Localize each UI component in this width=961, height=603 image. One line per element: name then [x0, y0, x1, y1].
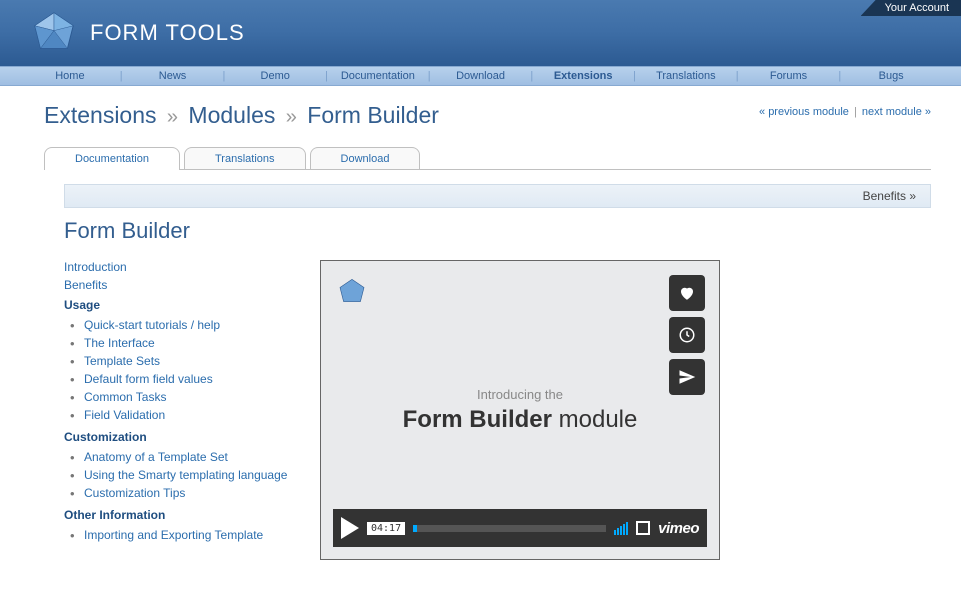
breadcrumb-modules[interactable]: Modules	[188, 102, 275, 128]
video-main-text: Form Builder module	[403, 406, 638, 434]
account-link[interactable]: Your Account	[861, 0, 961, 16]
prev-module-link[interactable]: « previous module	[759, 106, 849, 118]
sidebar-customization-item[interactable]: Anatomy of a Template Set	[84, 448, 304, 466]
provider-logo[interactable]: vimeo	[658, 520, 699, 537]
like-icon[interactable]	[669, 275, 705, 311]
video-action-buttons	[669, 275, 705, 395]
sidebar-heading-usage: Usage	[64, 298, 304, 312]
tab-download[interactable]: Download	[310, 147, 421, 170]
module-pager: « previous module | next module »	[759, 106, 931, 118]
sidebar-usage-item[interactable]: Quick-start tutorials / help	[84, 316, 304, 334]
side-navigation: Introduction Benefits Usage Quick-start …	[64, 260, 304, 550]
sidebar-heading-other: Other Information	[64, 508, 304, 522]
sidebar-usage-item[interactable]: Field Validation	[84, 406, 304, 424]
watch-later-icon[interactable]	[669, 317, 705, 353]
main-navigation: Home|News|Demo|Documentation|Download|Ex…	[0, 66, 961, 86]
tab-content: Benefits » Form Builder Introduction Ben…	[44, 170, 931, 560]
nav-translations[interactable]: Translations	[636, 70, 736, 82]
nav-download[interactable]: Download	[431, 70, 531, 82]
video-player[interactable]: Introducing the Form Builder module 04:1…	[320, 260, 720, 560]
fullscreen-icon[interactable]	[636, 521, 650, 535]
video-intro-text: Introducing the	[403, 387, 638, 402]
share-icon[interactable]	[669, 359, 705, 395]
nav-forums[interactable]: Forums	[739, 70, 839, 82]
logo-icon	[30, 9, 78, 57]
tab-translations[interactable]: Translations	[184, 147, 306, 170]
video-controls: 04:17 vimeo	[333, 509, 707, 547]
logo-area[interactable]: FORM TOOLS	[30, 9, 245, 57]
next-module-link[interactable]: next module »	[862, 106, 931, 118]
sidebar-other-item[interactable]: Importing and Exporting Template	[84, 526, 304, 544]
brand-text: FORM TOOLS	[90, 20, 245, 46]
play-button[interactable]	[341, 517, 359, 539]
nav-documentation[interactable]: Documentation	[328, 70, 428, 82]
video-duration: 04:17	[367, 522, 405, 535]
nav-news[interactable]: News	[123, 70, 223, 82]
next-page-link[interactable]: Benefits »	[64, 184, 931, 208]
page-title: Form Builder	[64, 218, 931, 244]
sidebar-usage-item[interactable]: The Interface	[84, 334, 304, 352]
sidebar-benefits[interactable]: Benefits	[64, 278, 304, 292]
sidebar-customization-item[interactable]: Using the Smarty templating language	[84, 466, 304, 484]
tab-strip: Documentation Translations Download	[44, 147, 931, 170]
video-title-overlay: Introducing the Form Builder module	[403, 387, 638, 434]
sidebar-introduction[interactable]: Introduction	[64, 260, 304, 274]
sidebar-customization-item[interactable]: Customization Tips	[84, 484, 304, 502]
nav-demo[interactable]: Demo	[225, 70, 325, 82]
sidebar-usage-item[interactable]: Template Sets	[84, 352, 304, 370]
video-thumb-logo-icon	[337, 277, 367, 307]
nav-bugs[interactable]: Bugs	[841, 70, 941, 82]
sidebar-heading-customization: Customization	[64, 430, 304, 444]
breadcrumb-extensions[interactable]: Extensions	[44, 102, 157, 128]
pager-separator: |	[854, 106, 857, 118]
volume-control[interactable]	[614, 522, 628, 535]
nav-home[interactable]: Home	[20, 70, 120, 82]
breadcrumb-arrow-icon: »	[286, 106, 297, 128]
nav-extensions[interactable]: Extensions	[533, 70, 633, 82]
tab-documentation[interactable]: Documentation	[44, 147, 180, 170]
breadcrumb-arrow-icon: »	[167, 106, 178, 128]
breadcrumb-current: Form Builder	[307, 102, 439, 128]
progress-bar[interactable]	[413, 525, 606, 532]
sidebar-usage-item[interactable]: Common Tasks	[84, 388, 304, 406]
top-header: Your Account FORM TOOLS	[0, 0, 961, 66]
sidebar-usage-item[interactable]: Default form field values	[84, 370, 304, 388]
